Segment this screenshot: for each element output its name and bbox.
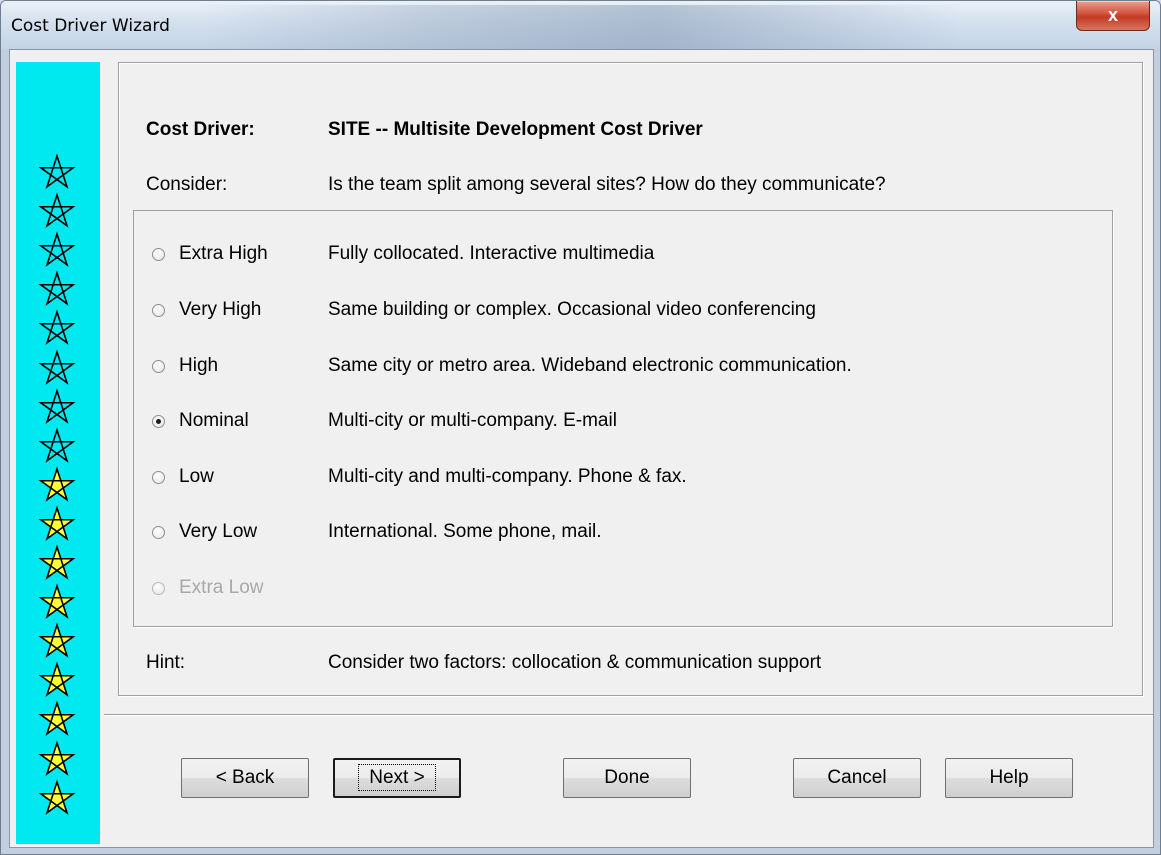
star-outline-icon	[38, 231, 76, 268]
rating-group: Extra High Fully collocated. Interactive…	[133, 210, 1113, 627]
window-title: Cost Driver Wizard	[11, 16, 170, 36]
next-button[interactable]: Next >	[333, 758, 461, 798]
star-progress-sidebar	[16, 62, 102, 844]
radio-extra-low	[152, 582, 165, 595]
back-button[interactable]: < Back	[181, 758, 309, 798]
star-filled-icon	[38, 739, 76, 776]
rating-option-very-low[interactable]: Very Low International. Some phone, mail…	[134, 519, 1034, 549]
hint-label: Hint:	[146, 652, 186, 673]
rating-option-high[interactable]: High Same city or metro area. Wideband e…	[134, 353, 1034, 383]
rating-label: Very High	[179, 299, 262, 320]
star-outline-icon	[38, 388, 76, 424]
rating-option-low[interactable]: Low Multi-city and multi-company. Phone …	[134, 464, 1034, 494]
help-button[interactable]: Help	[945, 758, 1073, 798]
star-filled-icon	[38, 544, 76, 580]
rating-description: Fully collocated. Interactive multimedia	[328, 243, 655, 264]
radio-very-high[interactable]	[152, 304, 165, 317]
rating-label: Low	[179, 466, 214, 487]
title-bar-background-blur	[201, 5, 961, 49]
next-button-label: Next >	[358, 764, 436, 791]
star-filled-icon	[38, 505, 76, 541]
consider-value: Is the team split among several sites? H…	[328, 174, 886, 195]
radio-low[interactable]	[152, 471, 165, 484]
rating-label: High	[179, 355, 219, 376]
radio-extra-high[interactable]	[152, 248, 165, 261]
star-outline-icon	[38, 270, 76, 307]
radio-high[interactable]	[152, 360, 165, 373]
rating-description: Multi-city or multi-company. E-mail	[328, 410, 617, 431]
close-button[interactable]: x	[1076, 1, 1150, 31]
star-filled-icon	[38, 583, 76, 619]
rating-description: Multi-city and multi-company. Phone & fa…	[328, 466, 687, 487]
rating-label: Extra High	[179, 243, 268, 264]
done-button[interactable]: Done	[563, 758, 691, 798]
rating-description: International. Some phone, mail.	[328, 521, 602, 542]
star-filled-icon	[38, 700, 76, 737]
cancel-button[interactable]: Cancel	[793, 758, 921, 798]
rating-description: Same building or complex. Occasional vid…	[328, 299, 816, 320]
rating-option-nominal[interactable]: Nominal Multi-city or multi-company. E-m…	[134, 408, 1034, 438]
rating-option-very-high[interactable]: Very High Same building or complex. Occa…	[134, 297, 1034, 327]
rating-option-extra-high[interactable]: Extra High Fully collocated. Interactive…	[134, 241, 1034, 271]
rating-description: Same city or metro area. Wideband electr…	[328, 355, 852, 376]
star-filled-icon	[38, 622, 76, 659]
star-outline-icon	[38, 348, 76, 385]
star-filled-icon	[38, 661, 76, 698]
cost-driver-value: SITE -- Multisite Development Cost Drive…	[328, 119, 703, 140]
radio-very-low[interactable]	[152, 526, 165, 539]
radio-nominal[interactable]	[152, 415, 165, 428]
rating-option-extra-low: Extra Low	[134, 575, 1034, 605]
rating-label: Extra Low	[179, 577, 264, 598]
star-filled-icon	[38, 466, 76, 502]
hint-value: Consider two factors: collocation & comm…	[328, 652, 822, 673]
consider-label: Consider:	[146, 174, 228, 195]
title-bar: Cost Driver Wizard x	[1, 1, 1160, 49]
button-separator	[104, 714, 1153, 716]
star-outline-icon	[38, 427, 76, 463]
star-outline-icon	[38, 153, 76, 189]
star-filled-icon	[38, 779, 76, 815]
cost-driver-label: Cost Driver:	[146, 119, 255, 140]
star-outline-icon	[38, 309, 76, 346]
rating-label: Very Low	[179, 521, 258, 542]
rating-label: Nominal	[179, 410, 249, 431]
star-outline-icon	[38, 192, 76, 228]
